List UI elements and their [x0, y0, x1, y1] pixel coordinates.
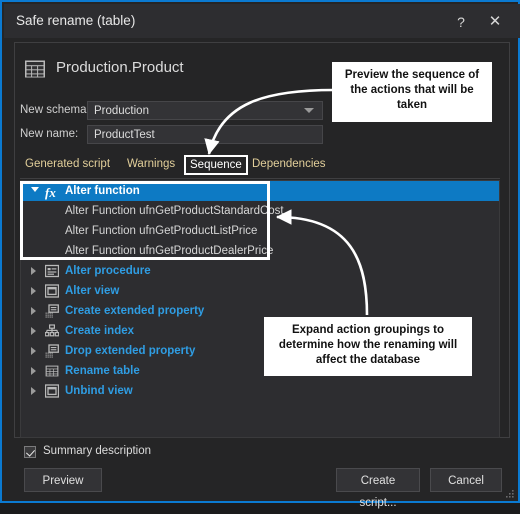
view-icon: [45, 284, 59, 298]
object-name: Production.Product: [56, 59, 184, 76]
tree-group-label: Alter procedure: [65, 265, 151, 277]
tree-group-unbind-view[interactable]: Unbind view: [21, 381, 499, 401]
view-icon: [45, 384, 59, 398]
tree-group-alter-view[interactable]: Alter view: [21, 281, 499, 301]
chevron-right-icon[interactable]: [31, 267, 36, 275]
tree-group-label: Create extended property: [65, 305, 205, 317]
tree-group-label: Alter view: [65, 285, 120, 297]
new-name-label: New name:: [20, 128, 79, 140]
tree-child-item[interactable]: Alter Function ufnGetProductListPrice: [21, 221, 499, 241]
callout-expand: Expand action groupings to determine how…: [264, 317, 472, 376]
callout-sequence: Preview the sequence of the actions that…: [332, 62, 492, 122]
chevron-down-icon[interactable]: [31, 187, 39, 192]
tab-dependencies[interactable]: Dependencies: [247, 155, 331, 173]
chevron-right-icon[interactable]: [31, 347, 36, 355]
procedure-icon: [45, 264, 59, 278]
tree-group-label: Create index: [65, 325, 135, 337]
resize-grip-icon[interactable]: [506, 490, 514, 498]
chevron-right-icon[interactable]: [31, 387, 36, 395]
window-title: Safe rename (table): [16, 13, 136, 28]
tree-group-label: Alter function: [65, 185, 140, 197]
sequence-tree[interactable]: fx Alter function Alter Function ufnGetP…: [20, 180, 500, 438]
tab-bar: Generated script Warnings Sequence Depen…: [20, 155, 500, 177]
cancel-button[interactable]: Cancel: [430, 468, 502, 492]
create-script-button[interactable]: Create script...: [336, 468, 420, 509]
new-schema-select[interactable]: [87, 101, 323, 120]
tab-warnings[interactable]: Warnings: [122, 155, 180, 173]
extended-property-icon: [45, 344, 59, 358]
help-icon[interactable]: ?: [448, 12, 474, 32]
tree-child-item[interactable]: Alter Function ufnGetProductDealerPrice: [21, 241, 499, 261]
close-icon[interactable]: ✕: [482, 12, 508, 32]
checkbox-checked-icon[interactable]: [24, 446, 36, 458]
tab-sequence[interactable]: Sequence: [184, 155, 248, 175]
tab-separator: [20, 178, 500, 179]
tree-group-alter-procedure[interactable]: Alter procedure: [21, 261, 499, 281]
index-icon: [45, 324, 59, 337]
tree-group-label: Drop extended property: [65, 345, 196, 357]
tree-group-alter-function[interactable]: fx Alter function: [21, 181, 499, 201]
preview-button[interactable]: Preview: [24, 468, 102, 492]
tree-child-item[interactable]: Alter Function ufnGetProductStandardCost: [21, 201, 499, 221]
extended-property-icon: [45, 304, 59, 318]
summary-description-label: Summary description: [43, 445, 152, 457]
safe-rename-dialog: Safe rename (table) ? ✕ Production.Produ…: [0, 0, 520, 509]
title-bar: Safe rename (table) ? ✕: [4, 4, 520, 38]
tab-generated-script[interactable]: Generated script: [20, 155, 115, 173]
chevron-right-icon[interactable]: [31, 367, 36, 375]
chevron-right-icon[interactable]: [31, 307, 36, 315]
new-name-input[interactable]: [87, 125, 323, 144]
chevron-right-icon[interactable]: [31, 327, 36, 335]
chevron-right-icon[interactable]: [31, 287, 36, 295]
chevron-down-icon[interactable]: [304, 108, 314, 113]
function-fx-icon: fx: [45, 185, 56, 200]
tree-group-label: Unbind view: [65, 385, 133, 397]
tree-group-label: Rename table: [65, 365, 140, 377]
new-schema-label: New schema:: [20, 104, 90, 116]
table-icon: [25, 60, 45, 78]
table-icon: [45, 365, 59, 377]
